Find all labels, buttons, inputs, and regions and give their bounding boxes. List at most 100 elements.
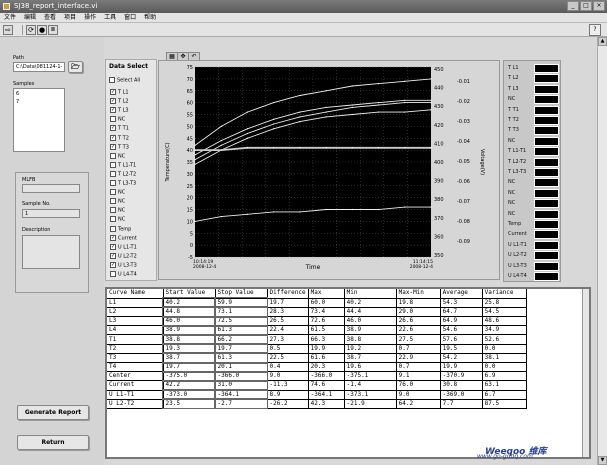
minimize-button[interactable]: _ bbox=[567, 1, 579, 11]
table-cell[interactable]: -11.3 bbox=[267, 380, 309, 391]
menu-view[interactable]: 查看 bbox=[40, 13, 60, 22]
sample-no-field[interactable]: 1 bbox=[22, 209, 80, 218]
channel-checkbox[interactable]: NC bbox=[110, 207, 125, 215]
table-cell[interactable]: 0.4 bbox=[267, 362, 309, 373]
legend-item[interactable]: NC bbox=[506, 199, 560, 209]
channel-checkbox[interactable]: T L3-T3 bbox=[110, 180, 136, 188]
table-cell[interactable]: 72.6 bbox=[308, 316, 345, 327]
table-cell[interactable]: 26.5 bbox=[267, 316, 309, 327]
legend-item[interactable]: T T3 bbox=[506, 126, 560, 136]
table-cell[interactable]: 42.2 bbox=[162, 379, 216, 392]
table-cell[interactable]: 52.6 bbox=[482, 334, 527, 345]
table-cell[interactable]: 42.3 bbox=[308, 399, 345, 409]
channel-checkbox[interactable]: NC bbox=[110, 189, 125, 197]
legend-item[interactable]: T L1 bbox=[506, 64, 560, 73]
channel-checkbox[interactable]: ✓ T L2 bbox=[110, 98, 129, 106]
table-cell[interactable]: 22.9 bbox=[396, 353, 441, 364]
table-cell[interactable]: 54.3 bbox=[440, 298, 483, 308]
table-cell[interactable]: 9.0 bbox=[267, 371, 309, 382]
table-cell[interactable]: 40.2 bbox=[344, 298, 397, 308]
generate-report-button[interactable]: Generate Report bbox=[17, 405, 89, 420]
table-cell[interactable]: 66.2 bbox=[214, 333, 268, 346]
table-cell[interactable]: L2 bbox=[107, 307, 164, 318]
table-cell[interactable]: -373.1 bbox=[344, 390, 397, 400]
legend-item[interactable]: T L2-T2 bbox=[506, 157, 560, 167]
table-cell[interactable]: 61.3 bbox=[214, 352, 268, 364]
table-cell[interactable]: 64.9 bbox=[440, 316, 483, 327]
legend-item[interactable]: NC bbox=[506, 136, 560, 146]
table-cell[interactable]: 46.0 bbox=[162, 315, 216, 327]
graph-pan-icon[interactable]: ↶ bbox=[189, 53, 199, 60]
run-continuously-icon[interactable]: ⟳ bbox=[26, 25, 36, 35]
table-cell[interactable]: -369.0 bbox=[440, 390, 483, 400]
table-cell[interactable]: 38.8 bbox=[162, 333, 216, 346]
table-cell[interactable]: 34.9 bbox=[482, 325, 527, 336]
menu-help[interactable]: 帮助 bbox=[140, 13, 160, 22]
table-cell[interactable]: -366.0 bbox=[308, 371, 345, 382]
menu-project[interactable]: 项目 bbox=[60, 13, 80, 22]
channel-checkbox[interactable]: U L4-T4 bbox=[110, 271, 137, 279]
select-all-checkbox[interactable]: Select All bbox=[109, 77, 140, 84]
legend-item[interactable]: T L1-T1 bbox=[506, 147, 560, 157]
mlfb-field[interactable] bbox=[22, 184, 80, 193]
table-cell[interactable]: -364.1 bbox=[308, 390, 345, 400]
legend-item[interactable]: Temp bbox=[506, 220, 560, 229]
table-cell[interactable]: -375.0 bbox=[162, 370, 216, 382]
legend-item[interactable]: T L3-T3 bbox=[506, 168, 560, 177]
table-cell[interactable]: 44.4 bbox=[344, 307, 397, 318]
table-cell[interactable]: 38.8 bbox=[344, 334, 397, 345]
table-cell[interactable]: 19.8 bbox=[396, 298, 441, 308]
menu-file[interactable]: 文件 bbox=[0, 13, 20, 22]
table-cell[interactable]: 38.1 bbox=[482, 353, 527, 364]
channel-checkbox[interactable]: T L2-T2 bbox=[110, 170, 136, 179]
legend-item[interactable]: NC bbox=[506, 188, 560, 198]
table-cell[interactable]: -366.0 bbox=[214, 370, 268, 382]
legend-item[interactable]: T T1 bbox=[506, 105, 560, 115]
scroll-up-icon[interactable]: ▲ bbox=[598, 37, 607, 46]
table-cell[interactable]: 9.1 bbox=[396, 371, 441, 382]
table-cell[interactable]: 26.6 bbox=[396, 316, 441, 327]
table-cell[interactable]: 64.7 bbox=[440, 307, 483, 318]
table-cell[interactable]: 30.8 bbox=[440, 380, 483, 391]
legend-item[interactable]: U L1-T1 bbox=[506, 240, 560, 250]
channel-checkbox[interactable]: NC bbox=[110, 116, 125, 124]
table-cell[interactable]: L4 bbox=[107, 325, 164, 336]
table-cell[interactable]: 31.0 bbox=[214, 379, 268, 392]
table-cell[interactable]: 61.6 bbox=[308, 353, 345, 364]
window-scrollbar[interactable]: ▲ ▼ bbox=[597, 37, 607, 465]
table-cell[interactable]: 22.5 bbox=[267, 353, 309, 364]
table-cell[interactable]: 73.1 bbox=[214, 306, 268, 318]
table-cell[interactable]: T2 bbox=[107, 344, 164, 354]
table-cell[interactable]: U L1-T1 bbox=[107, 390, 164, 400]
table-cell[interactable]: U L2-T2 bbox=[107, 399, 164, 409]
table-cell[interactable]: 63.1 bbox=[482, 380, 527, 391]
table-cell[interactable]: 19.2 bbox=[344, 344, 397, 354]
table-cell[interactable]: -364.1 bbox=[214, 389, 268, 401]
return-button[interactable]: Return bbox=[17, 435, 89, 450]
table-cell[interactable]: 40.2 bbox=[162, 297, 216, 309]
results-table[interactable]: Curve Name Start Value Stop Value Differenc… bbox=[107, 289, 527, 410]
legend-item[interactable]: T L3 bbox=[506, 84, 560, 94]
table-cell[interactable]: 48.6 bbox=[482, 316, 527, 327]
description-field[interactable] bbox=[22, 235, 80, 269]
path-input[interactable]: C:\Data\081124-1- bbox=[13, 62, 65, 72]
table-cell[interactable]: 66.3 bbox=[308, 334, 345, 345]
channel-checkbox[interactable]: ✓ T L3 bbox=[110, 107, 129, 115]
table-cell[interactable]: 87.5 bbox=[482, 399, 527, 409]
channel-checkbox[interactable]: ✓ T T2 bbox=[110, 134, 129, 143]
table-cell[interactable]: T1 bbox=[107, 334, 164, 345]
table-cell[interactable]: 61.5 bbox=[308, 325, 345, 336]
table-cell[interactable]: 27.3 bbox=[267, 334, 309, 345]
abort-icon[interactable]: ● bbox=[37, 25, 47, 35]
table-cell[interactable]: 7.7 bbox=[440, 399, 483, 409]
table-cell[interactable]: 23.5 bbox=[162, 398, 216, 410]
scroll-down-icon[interactable]: ▼ bbox=[598, 456, 607, 465]
waveform-graph[interactable]: -5 0 5 10 15 20 25 30 35 40 45 50 55 60 65 70 75 450 440 43… bbox=[158, 60, 500, 280]
channel-checkbox[interactable]: NC bbox=[110, 198, 125, 206]
graph-zoom-icon[interactable]: ✥ bbox=[178, 53, 189, 60]
legend-item[interactable]: NC bbox=[506, 95, 560, 105]
legend-item[interactable]: U L3-T3 bbox=[506, 261, 560, 271]
table-scrollbar[interactable] bbox=[582, 289, 589, 457]
channel-checkbox[interactable]: ✓ U L3-T3 bbox=[110, 261, 137, 270]
table-cell[interactable]: 19.3 bbox=[162, 343, 216, 355]
